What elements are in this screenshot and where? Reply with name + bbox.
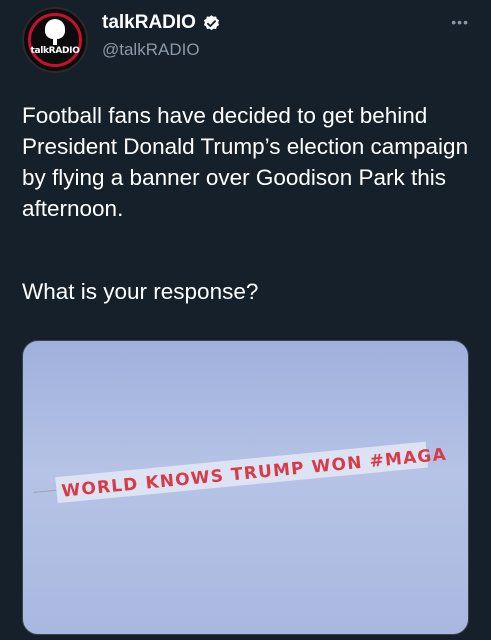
tweet: talkRADIO talkRADIO @talkRADIO ••• Footb… bbox=[0, 0, 491, 640]
aerial-banner-scene: WORLD KNOWS TRUMP WON #MAGA bbox=[33, 441, 448, 504]
verified-badge-icon bbox=[203, 14, 219, 30]
more-horizontal-icon[interactable]: ••• bbox=[451, 14, 469, 30]
microphone-icon bbox=[45, 19, 65, 39]
tow-line bbox=[33, 489, 57, 493]
author-display-name[interactable]: talkRADIO bbox=[102, 12, 196, 34]
author-handle[interactable]: @talkRADIO bbox=[102, 40, 200, 60]
avatar-logo-text: talkRADIO bbox=[30, 46, 80, 56]
tweet-question: What is your response? bbox=[22, 279, 259, 304]
author-name-row[interactable]: talkRADIO bbox=[102, 12, 221, 34]
tweet-text: Football fans have decided to get behind… bbox=[22, 103, 469, 221]
microphone-stem bbox=[53, 38, 57, 45]
avatar[interactable]: talkRADIO bbox=[22, 7, 88, 73]
tweet-media-image[interactable]: WORLD KNOWS TRUMP WON #MAGA bbox=[22, 340, 469, 635]
